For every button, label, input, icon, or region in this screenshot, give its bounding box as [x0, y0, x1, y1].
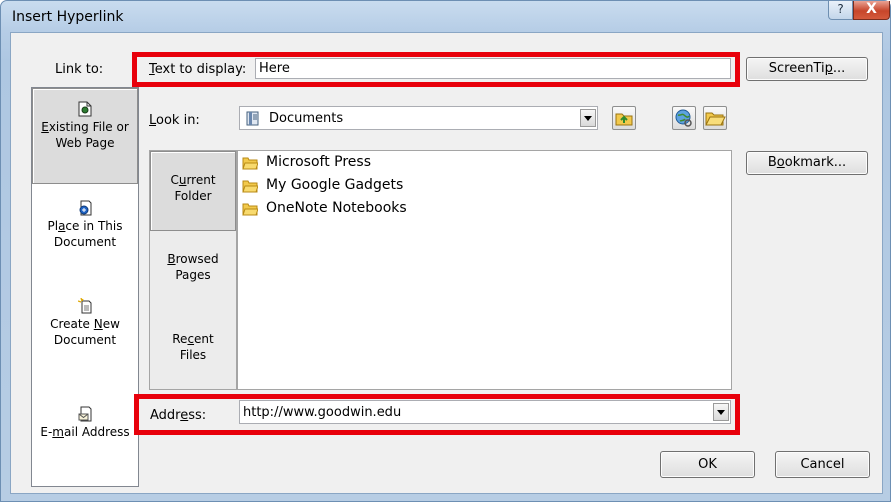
documents-folder-icon — [246, 111, 259, 126]
browsed-pages-button[interactable]: Browsed Pages — [150, 251, 236, 311]
list-item[interactable]: OneNote Notebooks — [242, 197, 407, 220]
folder-icon — [242, 180, 258, 192]
dialog-body: Link to: Existing File or Web Page Place… — [10, 32, 883, 494]
link-to-new-document[interactable]: Create New Document — [32, 298, 138, 378]
link-to-place-in-document-label: Place in This Document — [47, 219, 123, 249]
browse-file-icon — [705, 112, 726, 126]
look-in-value: Documents — [269, 111, 344, 126]
link-to-existing-file-label: Existing File or Web Page — [41, 120, 129, 150]
dialog-frame: Insert Hyperlink ? X Link to: Existing F… — [0, 0, 891, 502]
current-folder-button[interactable]: Current Folder — [150, 151, 236, 231]
help-button[interactable]: ? — [828, 1, 853, 20]
folder-icon — [242, 157, 258, 169]
title-bar[interactable]: Insert Hyperlink ? X — [1, 1, 890, 33]
up-one-folder-button[interactable] — [612, 106, 636, 130]
list-item[interactable]: Microsoft Press — [242, 151, 371, 174]
place-in-document-icon — [79, 200, 92, 216]
new-document-icon — [78, 298, 92, 314]
bookmark-button[interactable]: Bookmark... — [746, 151, 868, 175]
dialog-title: Insert Hyperlink — [12, 9, 124, 25]
list-item[interactable]: My Google Gadgets — [242, 174, 403, 197]
places-bar: Current Folder Browsed Pages Recent File… — [149, 150, 237, 390]
link-to-bar: Existing File or Web Page Place in This … — [31, 87, 139, 487]
up-one-folder-icon — [615, 113, 633, 126]
close-button[interactable]: X — [853, 1, 890, 20]
screentip-button[interactable]: ScreenTip... — [746, 57, 868, 81]
email-icon — [78, 406, 92, 422]
text-to-display-highlight — [132, 52, 740, 87]
link-to-email-address-label: E-mail Address — [40, 425, 130, 439]
look-in-dropdown[interactable]: Documents — [239, 106, 598, 130]
look-in-dropdown-arrow[interactable] — [580, 109, 596, 127]
link-to-place-in-document[interactable]: Place in This Document — [32, 200, 138, 280]
look-in-label: Look in: — [149, 113, 200, 128]
browse-file-button[interactable] — [703, 106, 727, 130]
link-to-existing-file[interactable]: Existing File or Web Page — [32, 88, 138, 184]
cancel-button[interactable]: Cancel — [775, 451, 870, 478]
link-to-label: Link to: — [55, 62, 104, 77]
ok-button[interactable]: OK — [660, 451, 755, 478]
chevron-down-icon — [584, 116, 592, 121]
file-list[interactable]: Microsoft Press My Google Gadgets OneNot… — [237, 150, 732, 390]
link-to-new-document-label: Create New Document — [50, 317, 120, 347]
address-highlight — [134, 394, 740, 435]
browse-web-icon — [675, 109, 692, 127]
folder-icon — [242, 203, 258, 215]
existing-file-icon — [78, 101, 92, 117]
link-to-email-address[interactable]: E-mail Address — [32, 406, 138, 476]
browse-web-button[interactable] — [672, 106, 696, 130]
recent-files-button[interactable]: Recent Files — [150, 331, 236, 391]
